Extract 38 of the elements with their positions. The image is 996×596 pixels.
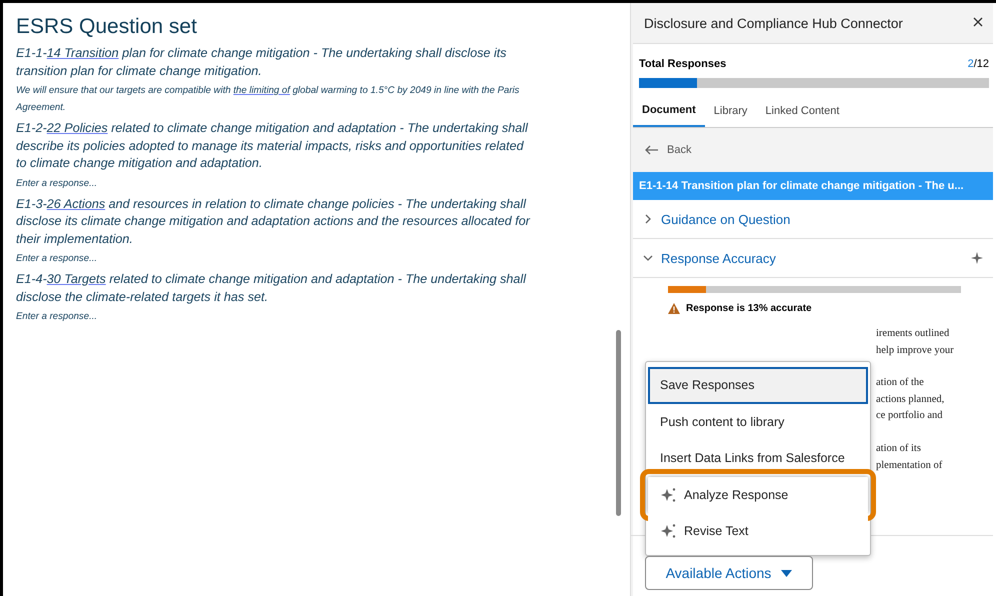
feedback-text: irements outlined	[876, 327, 950, 341]
chevron-right-icon	[643, 214, 653, 224]
tab[interactable]: Library	[704, 96, 756, 127]
scrollbar[interactable]	[616, 330, 621, 516]
close-icon	[973, 17, 983, 27]
sparkle-icon	[660, 523, 678, 540]
document-title: ESRS Question set	[16, 15, 198, 39]
menu-item[interactable]: Analyze Response	[648, 476, 868, 513]
chevron-down-icon	[643, 253, 653, 263]
progress-label: Total Responses	[639, 58, 726, 70]
feedback-text: ce portfolio and	[876, 409, 942, 424]
question-text: E1-2-22 Policies related to climate change mitigation and adaptation - The undertaking shall describe its policies adopted to manage its material impacts, risks and opportunities related to climate change mitigation and adaptation.	[16, 120, 529, 172]
caret-icon	[781, 570, 792, 576]
question-text: E1-3-26 Actions and resources in relation to climate change policies - The undertaking shall disclose its climate change mitigation and adaptation actions and the resources allocated for their implementation.	[16, 196, 532, 248]
question-text: E1-4-30 Targets related to climate change mitigation and adaptation - The undertaking shall disclose the climate-related targets it has set.	[16, 271, 528, 306]
sparkle-icon	[660, 486, 678, 503]
accuracy-message: Response is 13% accurate	[686, 303, 812, 314]
back-arrow-icon	[645, 145, 659, 155]
section-header[interactable]: Guidance on Question	[633, 200, 993, 239]
section-header[interactable]: Response Accuracy	[633, 239, 993, 278]
feedback-text: plementation of	[876, 458, 942, 473]
response-placeholder[interactable]: Enter a response...	[16, 250, 536, 267]
question-text: E1-1-14 Transition plan for climate change mitigation - The undertaking shall disclose its transition plan for climate change mitigation.	[16, 45, 508, 80]
panel-title: Disclosure and Compliance Hub Connector	[644, 16, 903, 30]
response-placeholder[interactable]: Enter a response...	[16, 174, 536, 192]
feedback-text: actions planned,	[876, 392, 944, 407]
response-text[interactable]: We will ensure that our targets are compatible with the limiting of global warming to 1.5°C by 2049 in line with the Paris Agreement.	[16, 82, 536, 116]
tab[interactable]: Linked Content	[756, 96, 848, 127]
warning-icon	[668, 303, 680, 314]
sparkle-icon	[971, 252, 983, 264]
response-placeholder[interactable]: Enter a response...	[16, 308, 536, 325]
feedback-text: ation of the	[876, 376, 924, 390]
feedback-text: ation of its	[876, 442, 921, 456]
available-actions-button[interactable]: Available Actions	[645, 556, 813, 590]
progress-count: 2/12	[968, 58, 989, 70]
feedback-text: help improve your	[876, 344, 954, 358]
menu-item[interactable]: Save Responses	[648, 367, 868, 404]
back-link[interactable]: Back	[633, 128, 993, 172]
